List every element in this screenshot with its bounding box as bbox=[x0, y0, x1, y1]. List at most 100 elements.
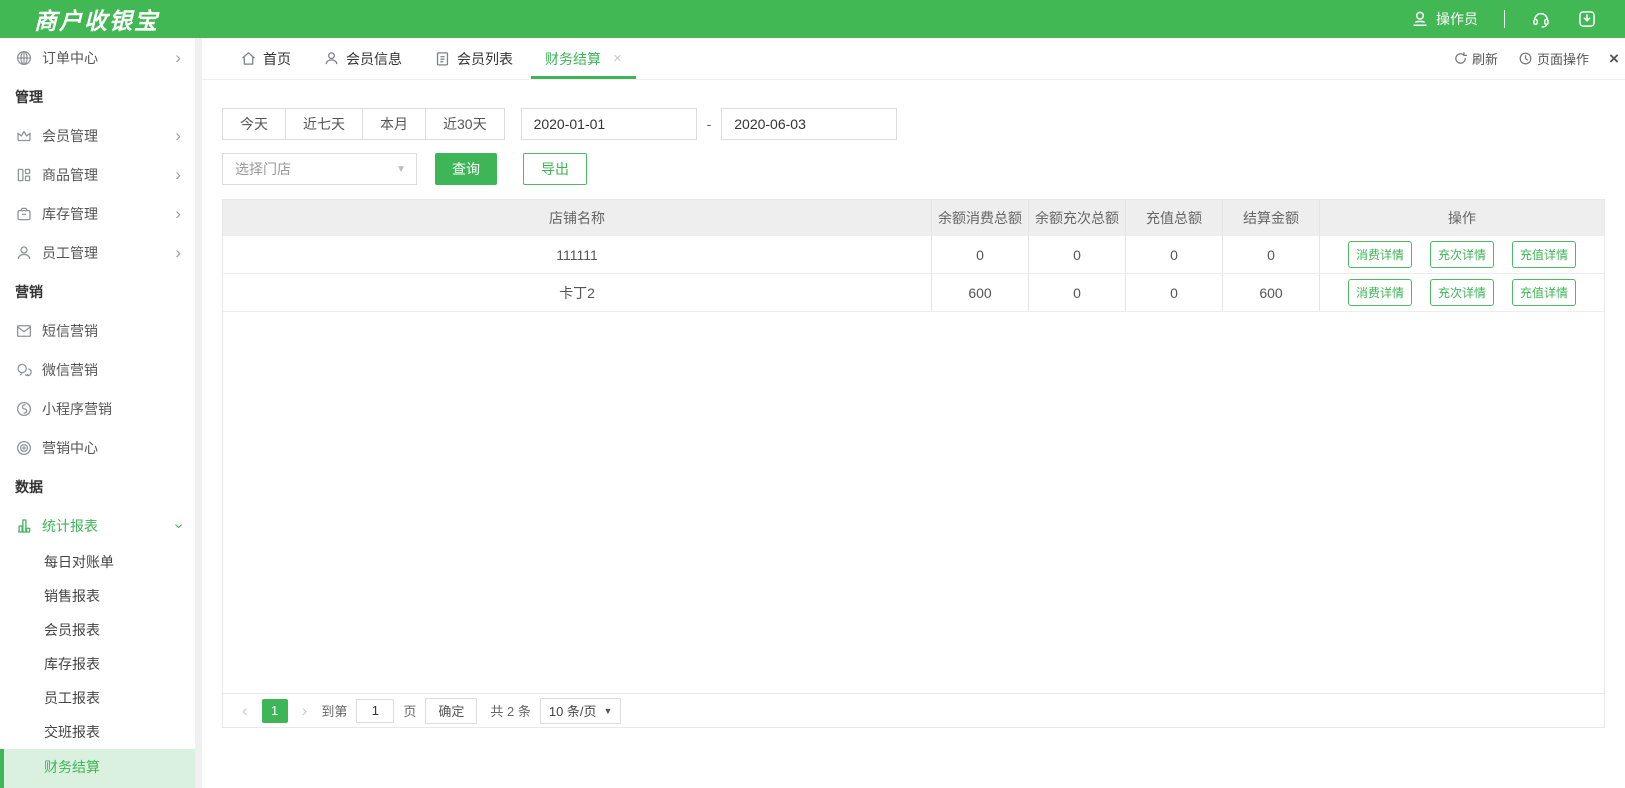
tab-member-info[interactable]: 会员信息 bbox=[307, 38, 418, 79]
crown-icon bbox=[15, 127, 33, 145]
sidebar-section-manage: 管理 bbox=[0, 77, 195, 116]
date-from-field[interactable] bbox=[521, 108, 697, 140]
sidebar: 订单中心 › 管理 会员管理 › 商品管理 › 库存管理 › 员工管理 bbox=[0, 38, 195, 788]
recharge-detail-button[interactable]: 充值详情 bbox=[1512, 279, 1576, 306]
caret-down-icon: ▼ bbox=[604, 706, 613, 716]
date-to-field[interactable] bbox=[721, 108, 897, 140]
chevron-right-icon: › bbox=[175, 205, 181, 222]
sidebar-item-miniprogram-marketing[interactable]: 小程序营销 bbox=[0, 389, 195, 428]
consume-detail-button[interactable]: 消费详情 bbox=[1348, 241, 1412, 268]
total-count-label: 共 2 条 bbox=[490, 701, 530, 720]
sidebar-sub-daily-report[interactable]: 每日对账单 bbox=[0, 545, 195, 579]
tab-finance-settlement[interactable]: 财务结算 × bbox=[529, 38, 638, 79]
sidebar-sub-sales-report[interactable]: 销售报表 bbox=[0, 579, 195, 613]
prev-page-icon[interactable]: ‹ bbox=[237, 702, 253, 719]
times-detail-button[interactable]: 充次详情 bbox=[1430, 279, 1494, 306]
refresh-button[interactable]: 刷新 bbox=[1453, 49, 1498, 68]
sidebar-sub-shift-report[interactable]: 交班报表 bbox=[0, 715, 195, 749]
header-right: 操作员 bbox=[1410, 9, 1597, 29]
query-button[interactable]: 查询 bbox=[435, 153, 497, 185]
sidebar-item-member-manage[interactable]: 会员管理 › bbox=[0, 116, 195, 155]
tabbar-controls: 刷新 页面操作 × bbox=[1453, 38, 1625, 79]
sidebar-item-reports[interactable]: 统计报表 › bbox=[0, 506, 195, 545]
close-all-icon[interactable]: × bbox=[1609, 49, 1621, 69]
goto-page-prefix: 到第 bbox=[321, 701, 347, 720]
table-empty-area bbox=[223, 312, 1604, 693]
operator-label: 操作员 bbox=[1436, 9, 1478, 29]
goto-page-input[interactable] bbox=[356, 699, 394, 723]
page-actions-button[interactable]: 页面操作 bbox=[1518, 49, 1589, 68]
page-size-select[interactable]: 10 条/页 ▼ bbox=[540, 698, 622, 724]
sidebar-sub-inventory-report[interactable]: 库存报表 bbox=[0, 647, 195, 681]
consume-detail-button[interactable]: 消费详情 bbox=[1348, 279, 1412, 306]
sidebar-item-order-center[interactable]: 订单中心 › bbox=[0, 38, 195, 77]
range-30days-button[interactable]: 近30天 bbox=[425, 108, 505, 140]
range-today-button[interactable]: 今天 bbox=[222, 108, 285, 140]
column-header-recharge-total: 充值总额 bbox=[1125, 200, 1222, 236]
sidebar-item-goods-manage[interactable]: 商品管理 › bbox=[0, 155, 195, 194]
sidebar-item-label: 营销中心 bbox=[42, 438, 98, 458]
header-divider bbox=[1504, 10, 1505, 28]
column-header-settlement: 结算金额 bbox=[1222, 200, 1319, 236]
table-header-row: 店铺名称 余额消费总额 余额充次总额 充值总额 结算金额 操作 bbox=[223, 200, 1604, 236]
bottom-spacer bbox=[222, 728, 1605, 788]
chevron-right-icon: › bbox=[175, 166, 181, 183]
cell-balance-times: 0 bbox=[1028, 236, 1125, 273]
main-content: 首页 会员信息 会员列表 财务结算 × 刷新 bbox=[202, 38, 1625, 788]
sidebar-item-marketing-center[interactable]: 营销中心 bbox=[0, 428, 195, 467]
sidebar-item-label: 统计报表 bbox=[42, 516, 98, 536]
table-row: 111111 0 0 0 0 消费详情 充次详情 充值详情 bbox=[223, 236, 1604, 274]
sidebar-item-wechat-marketing[interactable]: 微信营销 bbox=[0, 350, 195, 389]
goto-confirm-button[interactable]: 确定 bbox=[425, 698, 477, 724]
user-icon bbox=[1410, 9, 1430, 29]
page-size-label: 10 条/页 bbox=[549, 701, 597, 720]
operator-menu[interactable]: 操作员 bbox=[1410, 9, 1478, 29]
sidebar-sub-finance-settlement[interactable]: 财务结算 bbox=[0, 749, 195, 788]
refresh-icon bbox=[1453, 51, 1468, 66]
finance-settlement-page: 今天 近七天 本月 近30天 - bbox=[202, 80, 1625, 788]
document-icon bbox=[434, 50, 451, 67]
sidebar-sub-member-report[interactable]: 会员报表 bbox=[0, 613, 195, 647]
sidebar-item-inventory-manage[interactable]: 库存管理 › bbox=[0, 194, 195, 233]
envelope-icon bbox=[15, 322, 33, 340]
sidebar-section-data: 数据 bbox=[0, 467, 195, 506]
app: 商户收银宝 操作员 订单中心 › 管理 bbox=[0, 0, 1625, 788]
app-logo: 商户收银宝 bbox=[34, 2, 159, 36]
date-from-input[interactable] bbox=[534, 116, 715, 132]
cell-actions: 消费详情 充次详情 充值详情 bbox=[1319, 274, 1604, 311]
close-icon[interactable]: × bbox=[613, 50, 622, 67]
chevron-right-icon: › bbox=[175, 244, 181, 261]
export-button[interactable]: 导出 bbox=[523, 153, 587, 185]
sidebar-item-label: 微信营销 bbox=[42, 360, 98, 380]
range-month-button[interactable]: 本月 bbox=[362, 108, 425, 140]
store-select[interactable]: 选择门店 ▼ bbox=[222, 153, 417, 185]
bar-chart-icon bbox=[15, 517, 33, 535]
sidebar-item-label: 小程序营销 bbox=[42, 399, 112, 419]
download-button[interactable] bbox=[1577, 9, 1597, 29]
tab-home[interactable]: 首页 bbox=[224, 38, 307, 79]
date-to-input[interactable] bbox=[734, 116, 915, 132]
times-detail-button[interactable]: 充次详情 bbox=[1430, 241, 1494, 268]
column-header-store-name: 店铺名称 bbox=[223, 200, 931, 236]
current-page-button[interactable]: 1 bbox=[262, 699, 288, 723]
tab-member-list[interactable]: 会员列表 bbox=[418, 38, 529, 79]
support-button[interactable] bbox=[1531, 9, 1551, 29]
globe-icon bbox=[15, 49, 33, 67]
recharge-detail-button[interactable]: 充值详情 bbox=[1512, 241, 1576, 268]
cell-balance-times: 0 bbox=[1028, 274, 1125, 311]
tab-label: 财务结算 bbox=[545, 49, 601, 69]
cell-recharge-total: 0 bbox=[1125, 236, 1222, 273]
cell-balance-consume: 0 bbox=[931, 236, 1028, 273]
cell-settlement: 0 bbox=[1222, 236, 1319, 273]
person-icon bbox=[15, 244, 33, 262]
range-week-button[interactable]: 近七天 bbox=[285, 108, 362, 140]
store-select-placeholder: 选择门店 bbox=[235, 159, 291, 179]
person-icon bbox=[323, 50, 340, 67]
next-page-icon[interactable]: › bbox=[297, 702, 313, 719]
sidebar-sub-staff-report[interactable]: 员工报表 bbox=[0, 681, 195, 715]
sidebar-item-sms-marketing[interactable]: 短信营销 bbox=[0, 311, 195, 350]
chevron-right-icon: › bbox=[175, 49, 181, 66]
sidebar-item-staff-manage[interactable]: 员工管理 › bbox=[0, 233, 195, 272]
sidebar-item-label: 商品管理 bbox=[42, 165, 98, 185]
cell-store-name: 卡丁2 bbox=[223, 274, 931, 311]
